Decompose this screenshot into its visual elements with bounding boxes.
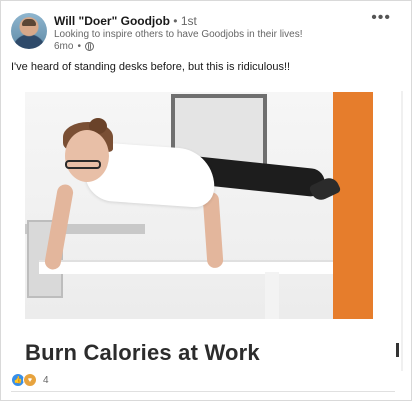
orange-accent-bar	[333, 92, 373, 319]
glasses	[65, 160, 101, 169]
more-options-button[interactable]: •••	[371, 10, 391, 26]
degree-separator: •	[173, 14, 178, 28]
desk-leg	[265, 272, 279, 319]
avatar[interactable]	[11, 13, 47, 49]
author-line: Will "Doer" Goodjob • 1st	[54, 14, 197, 28]
reaction-count[interactable]: 4	[43, 375, 49, 386]
support-icon: ♥	[23, 373, 37, 387]
author-headline: Looking to inspire others to have Goodjo…	[54, 29, 303, 40]
post-meta: 6mo •	[54, 41, 94, 52]
article-image[interactable]	[25, 92, 373, 319]
connection-degree: 1st	[180, 14, 197, 28]
desk	[39, 260, 333, 274]
feed-post: Will "Doer" Goodjob • 1st Looking to ins…	[0, 0, 412, 401]
woman-head	[65, 130, 109, 182]
post-time: 6mo	[54, 41, 74, 52]
scroll-track	[401, 91, 403, 371]
scroll-indicator[interactable]	[396, 343, 399, 357]
article-title[interactable]: Burn Calories at Work	[25, 340, 260, 366]
time-separator: •	[77, 41, 81, 52]
author-name[interactable]: Will "Doer" Goodjob	[54, 14, 170, 28]
reactions-summary[interactable]: 👍 ♥ 4	[11, 373, 49, 387]
globe-icon	[84, 42, 94, 51]
divider	[11, 391, 395, 392]
post-text: I've heard of standing desks before, but…	[11, 61, 291, 73]
